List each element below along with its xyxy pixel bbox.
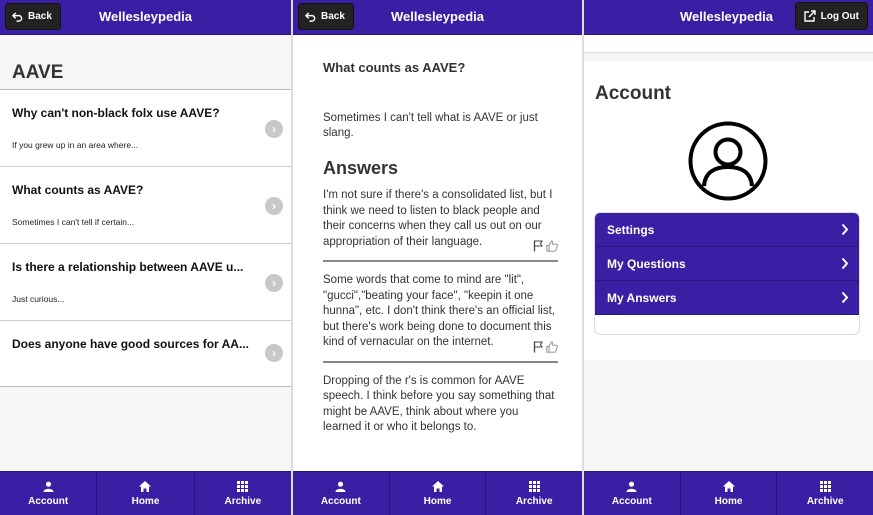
tab-label: Account bbox=[320, 495, 361, 507]
logout-button[interactable]: Log Out bbox=[794, 2, 868, 30]
tab-account[interactable]: Account bbox=[293, 472, 390, 515]
chevron-right-icon[interactable]: › bbox=[265, 344, 283, 362]
answer-item: I'm not sure if there's a consolidated l… bbox=[323, 179, 558, 262]
question-screen: Wellesleypedia Back What counts as AAVE?… bbox=[293, 0, 582, 515]
question-preview: If you grew up in an area where... bbox=[12, 140, 139, 150]
question-title: Is there a relationship between AAVE u..… bbox=[12, 260, 244, 274]
menu-item-label: My Questions bbox=[607, 256, 686, 271]
account-icon bbox=[626, 481, 637, 492]
logout-icon bbox=[803, 10, 816, 22]
question-title: Does anyone have good sources for AA... bbox=[12, 337, 249, 351]
account-icon bbox=[43, 481, 54, 492]
archive-icon bbox=[528, 480, 540, 492]
tab-label: Account bbox=[611, 495, 652, 507]
list-item[interactable]: Does anyone have good sources for AA... … bbox=[0, 321, 291, 387]
archive-icon bbox=[237, 480, 249, 492]
top-bar: Wellesleypedia Back bbox=[293, 0, 582, 35]
tab-archive[interactable]: Archive bbox=[486, 472, 582, 515]
chevron-right-icon[interactable]: › bbox=[265, 274, 283, 292]
answers-heading: Answers bbox=[323, 158, 399, 178]
question-body: Sometimes I can't tell what is AAVE or j… bbox=[323, 112, 538, 139]
bottom-nav: Account Home Archive bbox=[293, 471, 582, 515]
tab-archive[interactable]: Archive bbox=[195, 472, 291, 515]
list-item[interactable]: Is there a relationship between AAVE u..… bbox=[0, 244, 291, 321]
page-title: Account bbox=[595, 83, 671, 104]
home-icon bbox=[431, 480, 444, 492]
tab-label: Archive bbox=[515, 495, 553, 507]
answer-item: Dropping of the r's is common for AAVE s… bbox=[323, 363, 558, 446]
account-screen: Wellesleypedia Log Out Account Settings … bbox=[584, 0, 873, 515]
logout-button-label: Log Out bbox=[820, 10, 859, 22]
question-preview: Sometimes I can't tell if certain... bbox=[12, 217, 135, 227]
back-button-label: Back bbox=[28, 11, 52, 22]
back-button[interactable]: Back bbox=[5, 3, 61, 30]
answer-actions bbox=[533, 340, 558, 353]
tab-account[interactable]: Account bbox=[584, 472, 681, 515]
answer-item: Some words that come to mind are "lit", … bbox=[323, 262, 558, 363]
back-arrow-icon bbox=[12, 12, 23, 22]
tab-label: Account bbox=[28, 495, 69, 507]
chevron-right-icon bbox=[841, 291, 849, 304]
question-title: What counts as AAVE? bbox=[323, 60, 466, 75]
question-list: Why can't non-black folx use AAVE? If yo… bbox=[0, 89, 291, 387]
tab-label: Archive bbox=[806, 495, 844, 507]
menu-item-label: My Answers bbox=[607, 290, 677, 305]
header-strip bbox=[584, 35, 873, 53]
menu-item-label: Settings bbox=[607, 222, 655, 237]
question-content: What counts as AAVE? Sometimes I can't t… bbox=[323, 60, 558, 446]
menu-item-my-questions[interactable]: My Questions bbox=[595, 247, 859, 281]
thumbs-up-icon[interactable] bbox=[546, 341, 558, 353]
back-button-label: Back bbox=[321, 11, 345, 22]
flag-icon[interactable] bbox=[533, 340, 544, 353]
home-icon bbox=[139, 480, 152, 492]
tab-home[interactable]: Home bbox=[97, 472, 195, 515]
answer-text: Some words that come to mind are "lit", … bbox=[323, 274, 556, 348]
answer-text: Dropping of the r's is common for AAVE s… bbox=[323, 374, 555, 434]
question-preview: Just curious... bbox=[12, 294, 65, 304]
top-bar: Wellesleypedia Back bbox=[0, 0, 291, 35]
flag-icon[interactable] bbox=[533, 240, 544, 252]
tab-label: Archive bbox=[224, 495, 262, 507]
question-title: What counts as AAVE? bbox=[12, 183, 144, 197]
user-avatar-icon bbox=[688, 121, 768, 201]
answer-actions bbox=[533, 240, 558, 252]
back-arrow-icon bbox=[305, 12, 316, 22]
chevron-right-icon[interactable]: › bbox=[265, 120, 283, 138]
account-menu: Settings My Questions My Answers bbox=[594, 212, 860, 335]
top-bar: Wellesleypedia Log Out bbox=[584, 0, 873, 35]
chevron-right-icon bbox=[841, 223, 849, 236]
topic-title: AAVE bbox=[12, 62, 64, 83]
topic-screen: Wellesleypedia Back AAVE Why can't non-b… bbox=[0, 0, 291, 515]
question-title: Why can't non-black folx use AAVE? bbox=[12, 106, 220, 120]
chevron-right-icon bbox=[841, 257, 849, 270]
tab-account[interactable]: Account bbox=[0, 472, 98, 515]
chevron-right-icon[interactable]: › bbox=[265, 197, 283, 215]
thumbs-up-icon[interactable] bbox=[546, 240, 558, 252]
tab-label: Home bbox=[131, 495, 160, 507]
bottom-nav: Account Home Archive bbox=[0, 471, 291, 515]
tab-label: Home bbox=[714, 495, 743, 507]
menu-item-my-answers[interactable]: My Answers bbox=[595, 281, 859, 315]
list-item[interactable]: What counts as AAVE? Sometimes I can't t… bbox=[0, 167, 291, 244]
tab-archive[interactable]: Archive bbox=[777, 472, 873, 515]
tab-home[interactable]: Home bbox=[681, 472, 778, 515]
bottom-nav: Account Home Archive bbox=[584, 471, 873, 515]
account-icon bbox=[335, 481, 346, 492]
tab-label: Home bbox=[423, 495, 452, 507]
menu-item-settings[interactable]: Settings bbox=[595, 213, 859, 247]
tab-home[interactable]: Home bbox=[390, 472, 487, 515]
answer-text: I'm not sure if there's a consolidated l… bbox=[323, 189, 553, 248]
back-button[interactable]: Back bbox=[298, 3, 354, 30]
list-item[interactable]: Why can't non-black folx use AAVE? If yo… bbox=[0, 90, 291, 167]
home-icon bbox=[722, 480, 735, 492]
archive-icon bbox=[819, 480, 831, 492]
